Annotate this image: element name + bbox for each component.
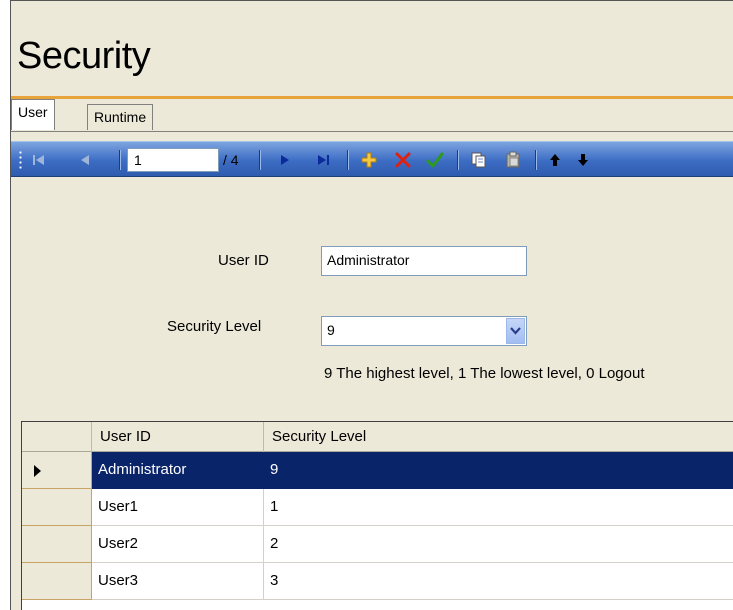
cell-user-id[interactable]: User3 — [92, 563, 264, 600]
row-selector[interactable] — [22, 526, 92, 563]
cell-security-level[interactable]: 2 — [264, 526, 733, 563]
table-row[interactable]: User2 2 — [22, 526, 733, 563]
paste-icon[interactable] — [501, 148, 525, 172]
column-header-security-level[interactable]: Security Level — [264, 422, 733, 452]
page-title: Security — [17, 35, 151, 77]
column-header-user-id[interactable]: User ID — [92, 422, 264, 452]
security-level-hint: 9 The highest level, 1 The lowest level,… — [324, 365, 645, 382]
title-bar: Security — [11, 1, 733, 96]
cell-security-level[interactable]: 1 — [264, 489, 733, 526]
table-row[interactable]: User1 1 — [22, 489, 733, 526]
toolbar-separator — [535, 150, 536, 170]
user-grid: User ID Security Level Administrator 9 U… — [21, 421, 733, 610]
cell-security-level[interactable]: 9 — [264, 452, 733, 489]
add-icon[interactable] — [357, 148, 381, 172]
position-field[interactable]: 1 — [127, 148, 219, 172]
move-last-icon[interactable] — [311, 148, 335, 172]
table-row[interactable]: User3 3 — [22, 563, 733, 600]
toolbar-separator — [119, 150, 120, 170]
move-down-icon[interactable] — [571, 148, 595, 172]
save-icon[interactable] — [423, 148, 447, 172]
security-level-select[interactable]: 9 — [321, 316, 527, 346]
toolbar-grip[interactable] — [19, 150, 22, 170]
toolbar-separator — [259, 150, 260, 170]
move-previous-icon[interactable] — [73, 148, 97, 172]
move-next-icon[interactable] — [273, 148, 297, 172]
tab-user[interactable]: User — [11, 99, 55, 130]
security-level-label: Security Level — [167, 318, 262, 335]
user-id-field[interactable]: Administrator — [321, 246, 527, 276]
move-first-icon[interactable] — [27, 148, 51, 172]
copy-icon[interactable] — [467, 148, 491, 172]
move-up-icon[interactable] — [543, 148, 567, 172]
table-row[interactable]: Administrator 9 — [22, 452, 733, 489]
cell-user-id[interactable]: Administrator — [92, 452, 264, 489]
tab-strip: User Runtime — [11, 99, 733, 131]
user-id-label: User ID — [218, 252, 269, 269]
current-row-icon — [34, 465, 41, 477]
toolbar-separator — [457, 150, 458, 170]
cell-user-id[interactable]: User2 — [92, 526, 264, 563]
tab-runtime[interactable]: Runtime — [87, 104, 154, 130]
chevron-down-icon[interactable] — [506, 318, 525, 344]
toolbar-separator — [347, 150, 348, 170]
row-header-corner — [22, 422, 92, 452]
cell-security-level[interactable]: 3 — [264, 563, 733, 600]
security-window: Security User Runtime 1 / 4 User ID Admi… — [10, 0, 733, 610]
security-level-value: 9 — [327, 322, 335, 338]
cell-user-id[interactable]: User1 — [92, 489, 264, 526]
delete-icon[interactable] — [391, 148, 415, 172]
user-detail-panel: User ID Administrator Security Level 9 9… — [11, 178, 733, 408]
navigator-toolbar: 1 / 4 — [11, 141, 733, 177]
row-selector[interactable] — [22, 452, 92, 489]
grid-header: User ID Security Level — [22, 422, 733, 452]
row-selector[interactable] — [22, 489, 92, 526]
tab-divider — [11, 131, 733, 132]
record-count: / 4 — [223, 152, 239, 168]
row-selector[interactable] — [22, 563, 92, 600]
